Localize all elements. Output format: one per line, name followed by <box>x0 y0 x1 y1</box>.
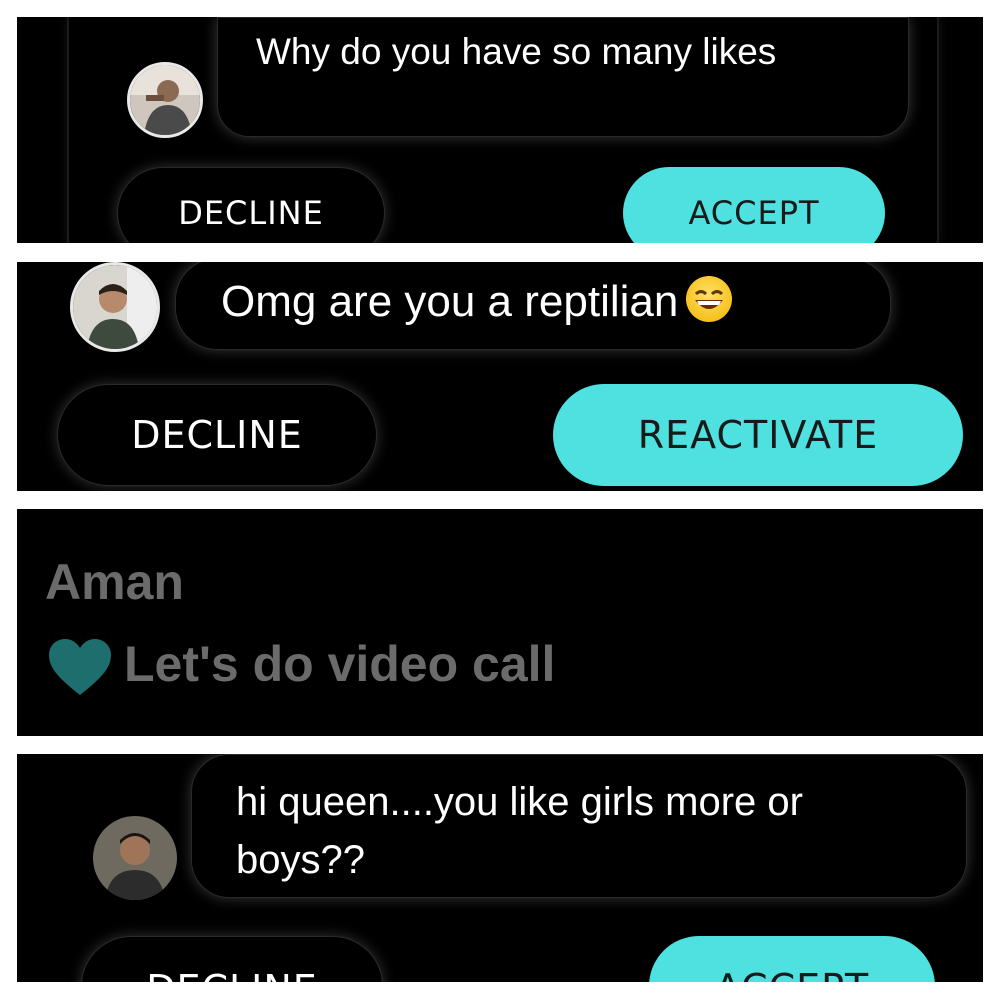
avatar[interactable] <box>127 62 203 138</box>
conversation-preview-panel[interactable]: Aman Let's do video call <box>17 509 983 736</box>
decline-button[interactable]: DECLINE <box>57 384 377 486</box>
avatar[interactable] <box>70 262 160 352</box>
last-message-text: Let's do video call <box>124 636 556 692</box>
grinning-face-emoji-icon <box>686 276 733 322</box>
heart-icon <box>49 639 111 695</box>
message-text: Why do you have so many likes <box>256 31 777 72</box>
message-bubble: Why do you have so many likes <box>217 17 909 137</box>
message-text: Omg are you a reptilian <box>221 277 679 326</box>
message-bubble: hi queen....you like girls more or boys?… <box>191 754 967 898</box>
message-request-panel-1: Why do you have so many likes DECLINE AC… <box>17 17 983 243</box>
message-request-panel-2: Omg are you a reptilian DECLINE REACTIVA… <box>17 262 983 491</box>
reactivate-button[interactable]: REACTIVATE <box>553 384 963 486</box>
decline-button[interactable]: DECLINE <box>81 936 383 982</box>
contact-name: Aman <box>45 554 184 610</box>
message-bubble: Omg are you a reptilian <box>175 262 891 350</box>
accept-button[interactable]: ACCEPT <box>623 167 885 243</box>
message-text: hi queen....you like girls more or boys?… <box>236 780 803 882</box>
message-request-panel-3: hi queen....you like girls more or boys?… <box>17 754 983 982</box>
accept-button[interactable]: ACCEPT <box>649 936 935 982</box>
avatar[interactable] <box>93 816 177 900</box>
decline-button[interactable]: DECLINE <box>117 167 385 243</box>
